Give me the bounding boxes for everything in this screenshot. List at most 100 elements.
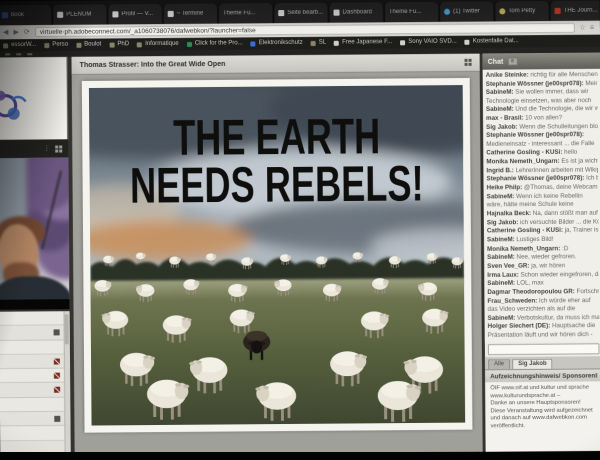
bookmark-item[interactable]: Kostenfalle Dat... [465, 38, 519, 44]
scrollbar-thumb[interactable] [65, 314, 69, 344]
chat-options-icon[interactable]: ≡ [507, 57, 517, 65]
attendee-row[interactable] [0, 311, 70, 326]
chat-message: max - Brasil: 10 von allen? [486, 114, 598, 123]
bookmark-item[interactable]: Click for the Pro... [187, 41, 243, 47]
folder-bookmark-icon [44, 43, 49, 48]
bookmark-star-icon[interactable]: ☆ [579, 24, 585, 31]
forward-icon[interactable]: ▶ [13, 29, 18, 36]
notes-line: ÖIF www.oif.at und kultur und sprache ww… [490, 384, 598, 400]
chat-message-text: Es ist ja wichtig, zuhören zu können... [561, 157, 598, 164]
browser-tab-label: Theme Fu... [389, 9, 422, 15]
bookmark-item[interactable]: Boulot [76, 42, 101, 48]
bookmark-label: Kostenfalle Dat... [473, 38, 519, 44]
expand-pod-icon[interactable] [55, 145, 62, 152]
folder-bookmark-icon [3, 43, 8, 48]
twitter-favicon-icon [444, 9, 450, 15]
browser-tab[interactable]: Seite bearb... [273, 3, 327, 24]
browser-tab-label: THE Journ... [564, 8, 598, 14]
chat-tab-alle[interactable]: Alle [488, 359, 510, 369]
attendee-row[interactable] [0, 354, 70, 369]
presentation-titlebar: Thomas Strasser: Into the Great Wide Ope… [72, 54, 480, 75]
bookmark-item[interactable]: essorW... [3, 42, 36, 48]
chat-message: SabineM: Und die Technologie, die wir wo… [486, 105, 598, 114]
bookmark-item[interactable]: Elektronikschutz [251, 40, 303, 46]
attendee-row[interactable] [0, 326, 70, 341]
attendee-status-icon [54, 330, 60, 336]
folder-bookmark-icon [137, 42, 142, 47]
bookmark-item[interactable]: PhD [109, 41, 129, 47]
chat-tab-bar: AlleSig Jakob [485, 356, 600, 369]
browser-tab[interactable]: Dashboard [328, 2, 382, 23]
attendee-list-pod [0, 311, 71, 455]
bookmark-label: PhD [117, 41, 129, 47]
back-icon[interactable]: ◀ [3, 29, 8, 36]
page-bookmark-icon [465, 39, 470, 44]
browser-tab-label: PLENUM [66, 12, 91, 18]
expand-presentation-icon[interactable] [465, 59, 472, 66]
bookmark-item[interactable]: SL [311, 40, 326, 46]
browser-tab-label: Dashboard [343, 9, 373, 15]
page-favicon-icon [333, 10, 339, 16]
bookmark-item[interactable]: Sony VAIO SVD... [400, 39, 457, 45]
chat-message-sender: SabineM: [488, 314, 517, 321]
page-bookmark-icon [400, 40, 405, 45]
attendee-scrollbar[interactable] [63, 311, 70, 455]
chat-message: Stephanie Wössner (je00spr078): Ich bin … [487, 175, 599, 184]
chat-message-text: LOL, max [517, 280, 544, 287]
browser-tab[interactable]: ~ Termine [163, 4, 217, 25]
presentation-pod: Thomas Strasser: Into the Great Wide Ope… [72, 54, 483, 455]
chat-message-sender: SabineM: [487, 280, 516, 287]
browser-tab-label: book [11, 12, 24, 18]
bookmark-item[interactable]: Informatique [137, 41, 179, 47]
folder-bookmark-icon [76, 42, 81, 47]
browser-tab[interactable]: book [0, 5, 51, 26]
screen: bookPLENUMProfil — V...~ TermineTheme Fu… [0, 0, 600, 455]
chat-message: Holger Siechert (DE): Hauptsache die Prä… [488, 323, 600, 341]
attendee-row[interactable] [0, 412, 70, 427]
screen-photo: bookPLENUMProfil — V...~ TermineTheme Fu… [0, 0, 600, 460]
attendee-status-icon [54, 416, 60, 422]
chat-message-list[interactable]: Anike Steinke: richtig für alle Menschen… [483, 69, 600, 342]
attendee-row[interactable] [0, 340, 70, 355]
browser-tab[interactable]: Theme Fu... [218, 3, 272, 24]
attendee-status-red-icon [54, 373, 60, 379]
chat-message-text: Und die Technologie, die wir wollen, ist… [515, 105, 597, 113]
sheep-photo [89, 85, 466, 426]
menu-mark-icon [5, 54, 10, 56]
browser-tab[interactable]: PLENUM [52, 4, 106, 25]
chat-input[interactable] [488, 343, 600, 355]
chat-message: Stephanie Wössner (je00spr078): Meine Ko… [486, 80, 598, 89]
chat-message-text: Meine Kollegen verwenden... [585, 80, 597, 87]
reload-icon[interactable]: ⟳ [24, 29, 30, 36]
attendee-row[interactable] [0, 397, 70, 412]
browser-tab[interactable]: THE Journ... [549, 0, 599, 21]
facebook-favicon-icon [2, 12, 8, 18]
webcam-video [0, 157, 69, 309]
red-favicon-icon [555, 8, 561, 14]
attendee-row[interactable] [0, 426, 70, 441]
chat-message-sender: Dagmar Theodoropoulou GR: [487, 288, 576, 296]
chat-tab-sig-jakob[interactable]: Sig Jakob [512, 359, 553, 369]
browser-tab[interactable]: Theme Fu... [384, 2, 438, 23]
chat-message: Monika Nemeth_Ungarn: :D [487, 244, 599, 253]
chat-message-sender: Hajnalka Beck: [487, 210, 533, 217]
chat-message: SabineM: Sie wollen immer, dass wir Tech… [486, 88, 598, 106]
bookmark-label: SL [319, 40, 326, 46]
chat-message-sender: Catherine Gosling - KUSi: [487, 227, 565, 235]
chat-message-text: Nee, wieder gefroren. [517, 253, 577, 261]
page-favicon-icon [112, 11, 118, 17]
bookmark-item[interactable]: Perso [44, 42, 68, 48]
folder-bookmark-icon [311, 40, 316, 45]
attendee-rows [0, 311, 71, 455]
notes-body: ÖIF www.oif.at und kultur und sprache ww… [485, 381, 600, 451]
pod-options-icon[interactable]: ⋮ [43, 145, 50, 152]
attendee-row[interactable] [0, 369, 70, 384]
attendee-row[interactable] [0, 383, 70, 398]
browser-tab-label: Tom Petty [508, 8, 535, 14]
browser-tab[interactable]: Tom Petty [494, 1, 548, 22]
browser-menu-icon[interactable]: ≡ [590, 24, 594, 31]
slide-image: THE EARTH NEEDS REBELS! [89, 85, 466, 426]
browser-tab[interactable]: Profil — V... [107, 4, 161, 25]
bookmark-item[interactable]: Free Japanese F... [334, 39, 392, 45]
browser-tab[interactable]: (1) Twitter [439, 1, 493, 22]
